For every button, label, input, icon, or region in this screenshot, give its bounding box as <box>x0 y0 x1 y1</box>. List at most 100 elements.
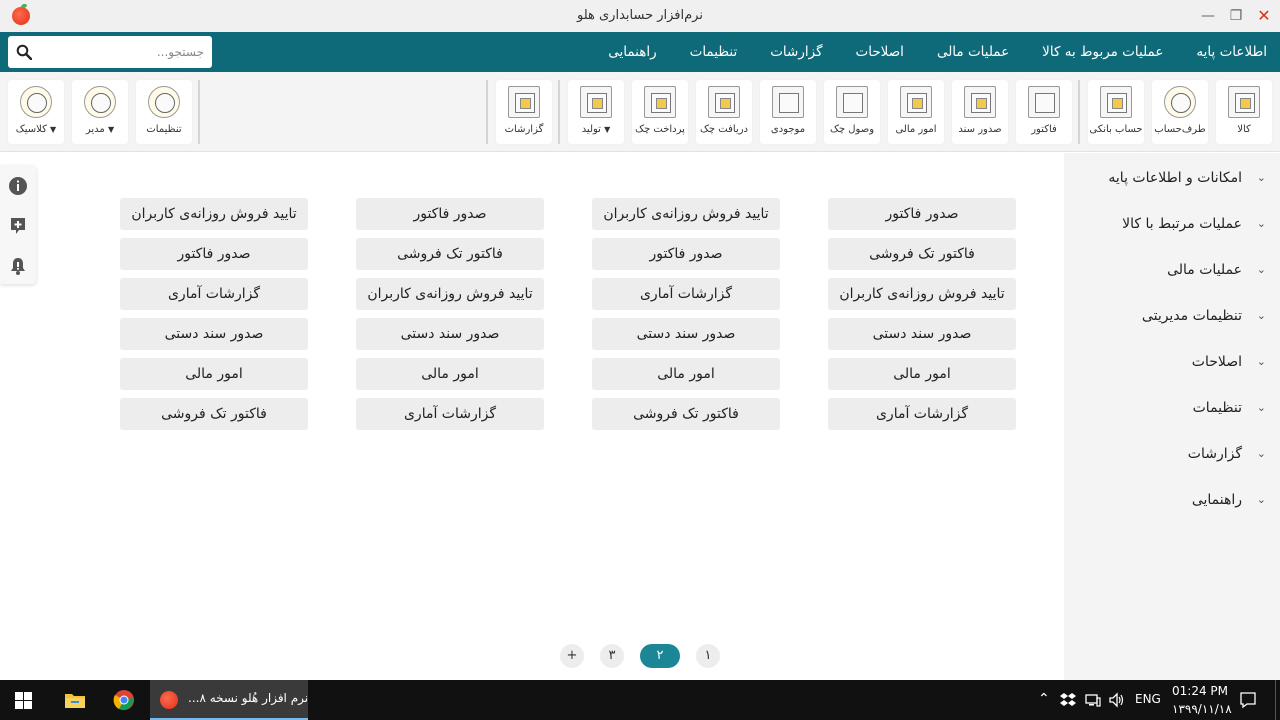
chevron-down-icon: ⌄ <box>1256 355 1266 368</box>
chevron-down-icon: ▼ <box>604 125 611 134</box>
tool-counterparty[interactable]: طرف‌حساب <box>1152 80 1208 144</box>
add-note-icon[interactable] <box>8 216 28 236</box>
tool-goods[interactable]: کالا <box>1216 80 1272 144</box>
tool-reports[interactable]: گزارشات <box>496 80 552 144</box>
tool-inventory[interactable]: موجودی <box>760 80 816 144</box>
shortcut-button[interactable]: صدور سند دستی <box>592 318 780 350</box>
taskbar-active-app[interactable]: ...نرم افزار هُلو نسخه ۸ <box>150 680 308 720</box>
shortcut-button[interactable]: صدور فاکتور <box>356 198 544 230</box>
chevron-down-icon: ⌄ <box>1256 263 1266 276</box>
cheque-in-icon <box>708 86 740 118</box>
show-desktop-divider[interactable] <box>1275 680 1276 720</box>
sidebar-item-goods-ops[interactable]: عملیات مرتبط با کالا ⌄ <box>1122 212 1266 236</box>
taskbar: ...نرم افزار هُلو نسخه ۸ ⌃ ENG 01:24 PM … <box>0 680 1280 720</box>
menu-item-financial-ops[interactable]: عملیات مالی <box>937 44 1009 60</box>
page-button-3[interactable]: ۳ <box>600 644 624 668</box>
shortcut-button[interactable]: گزارشات آماری <box>828 398 1016 430</box>
toolbar-divider <box>198 80 200 144</box>
search-input[interactable] <box>40 41 204 63</box>
tool-production[interactable]: تولید ▼ <box>568 80 624 144</box>
chevron-down-icon: ▼ <box>50 125 57 134</box>
notification-bell-icon[interactable] <box>8 256 28 276</box>
windows-start-icon[interactable] <box>15 692 32 709</box>
shortcut-button[interactable]: امور مالی <box>592 358 780 390</box>
tool-receive-cheque[interactable]: دریافت چک <box>696 80 752 144</box>
sidebar: امکانات و اطلاعات پایه ⌄ عملیات مرتبط با … <box>1064 153 1280 680</box>
tool-invoice[interactable]: فاکتور <box>1016 80 1072 144</box>
title-bar: نرم‌افزار حسابداری هلو — ❐ ✕ <box>0 0 1280 32</box>
shortcut-button[interactable]: تایید فروش روزانه‌ی کاربران <box>592 198 780 230</box>
page-button-1[interactable]: ۱ <box>696 644 720 668</box>
shortcut-button[interactable]: فاکتور تک فروشی <box>120 398 308 430</box>
menu-item-help[interactable]: راهنمایی <box>608 44 656 60</box>
shortcut-button[interactable]: تایید فروش روزانه‌ی کاربران <box>828 278 1016 310</box>
restore-icon[interactable]: ❐ <box>1226 6 1246 26</box>
sidebar-item-corrections[interactable]: اصلاحات ⌄ <box>1192 350 1266 374</box>
info-icon[interactable] <box>8 176 28 196</box>
person-icon <box>1164 86 1196 118</box>
tool-cheque-collection[interactable]: وصول چک <box>824 80 880 144</box>
page-button-2-active[interactable]: ۲ <box>640 644 680 668</box>
language-indicator[interactable]: ENG <box>1135 692 1161 706</box>
shortcut-button[interactable]: گزارشات آماری <box>592 278 780 310</box>
shortcut-button[interactable]: گزارشات آماری <box>120 278 308 310</box>
menu-item-corrections[interactable]: اصلاحات <box>856 44 904 60</box>
search-box <box>8 36 212 68</box>
shortcut-button[interactable]: صدور سند دستی <box>120 318 308 350</box>
chevron-up-icon[interactable]: ⌃ <box>1038 691 1050 707</box>
tool-pay-cheque[interactable]: پرداخت چک <box>632 80 688 144</box>
shortcut-button[interactable]: امور مالی <box>120 358 308 390</box>
chart-icon <box>508 86 540 118</box>
tool-bank-account[interactable]: حساب بانکی <box>1088 80 1144 144</box>
safe-icon <box>772 86 804 118</box>
toolbar: کالا طرف‌حساب حساب بانکی فاکتور صدور سند… <box>0 72 1280 152</box>
volume-icon[interactable] <box>1108 692 1124 708</box>
close-icon[interactable]: ✕ <box>1254 6 1274 26</box>
shortcut-button[interactable]: تایید فروش روزانه‌ی کاربران <box>356 278 544 310</box>
chrome-icon[interactable] <box>113 689 135 711</box>
tool-theme-classic[interactable]: کلاسیک ▼ <box>8 80 64 144</box>
menu-item-goods-ops[interactable]: عملیات مربوط به کالا <box>1042 44 1163 60</box>
user-badge-icon <box>84 86 116 118</box>
clock-time[interactable]: 01:24 PM <box>1172 684 1228 698</box>
shortcut-button[interactable]: فاکتور تک فروشی <box>356 238 544 270</box>
shortcut-button[interactable]: امور مالی <box>828 358 1016 390</box>
menu-item-base-info[interactable]: اطلاعات پایه <box>1196 44 1267 60</box>
menu-bar: اطلاعات پایه عملیات مربوط به کالا عملیات… <box>0 32 1280 72</box>
sidebar-item-admin-settings[interactable]: تنظیمات مدیریتی ⌄ <box>1142 304 1266 328</box>
shortcut-button[interactable]: صدور سند دستی <box>356 318 544 350</box>
shortcut-button[interactable]: امور مالی <box>356 358 544 390</box>
action-center-icon[interactable] <box>1239 691 1257 709</box>
sidebar-item-base-features[interactable]: امکانات و اطلاعات پایه ⌄ <box>1108 166 1266 190</box>
tool-financial-affairs[interactable]: امور مالی <box>888 80 944 144</box>
sidebar-item-reports[interactable]: گزارشات ⌄ <box>1188 442 1266 466</box>
network-icon[interactable] <box>1085 692 1101 708</box>
chevron-down-icon: ⌄ <box>1256 217 1266 230</box>
shortcut-button[interactable]: تایید فروش روزانه‌ی کاربران <box>120 198 308 230</box>
shortcut-button[interactable]: صدور فاکتور <box>592 238 780 270</box>
tool-issue-document[interactable]: صدور سند <box>952 80 1008 144</box>
shortcut-button[interactable]: فاکتور تک فروشی <box>828 238 1016 270</box>
cheque-out-icon <box>644 86 676 118</box>
shortcut-button[interactable]: صدور فاکتور <box>828 198 1016 230</box>
shortcut-button[interactable]: فاکتور تک فروشی <box>592 398 780 430</box>
sidebar-item-financial-ops[interactable]: عملیات مالی ⌄ <box>1167 258 1266 282</box>
shortcut-button[interactable]: صدور فاکتور <box>120 238 308 270</box>
sidebar-item-settings[interactable]: تنظیمات ⌄ <box>1193 396 1266 420</box>
file-explorer-icon[interactable] <box>64 689 86 711</box>
menu-item-reports[interactable]: گزارشات <box>770 44 822 60</box>
clock-date[interactable]: ۱۳۹۹/۱۱/۱۸ <box>1172 702 1232 716</box>
minimize-icon[interactable]: — <box>1198 6 1218 26</box>
invoice-icon <box>1028 86 1060 118</box>
search-icon[interactable] <box>16 44 32 60</box>
page-add-button[interactable]: + <box>560 644 584 668</box>
factory-icon <box>580 86 612 118</box>
menu-item-settings[interactable]: تنظیمات <box>690 44 738 60</box>
sidebar-item-help[interactable]: راهنمایی ⌄ <box>1192 488 1266 512</box>
shortcut-button[interactable]: صدور سند دستی <box>828 318 1016 350</box>
tool-admin[interactable]: مدیر ▼ <box>72 80 128 144</box>
dropbox-icon[interactable] <box>1060 692 1076 708</box>
chevron-down-icon: ⌄ <box>1256 401 1266 414</box>
shortcut-button[interactable]: گزارشات آماری <box>356 398 544 430</box>
tool-settings[interactable]: تنظیمات <box>136 80 192 144</box>
